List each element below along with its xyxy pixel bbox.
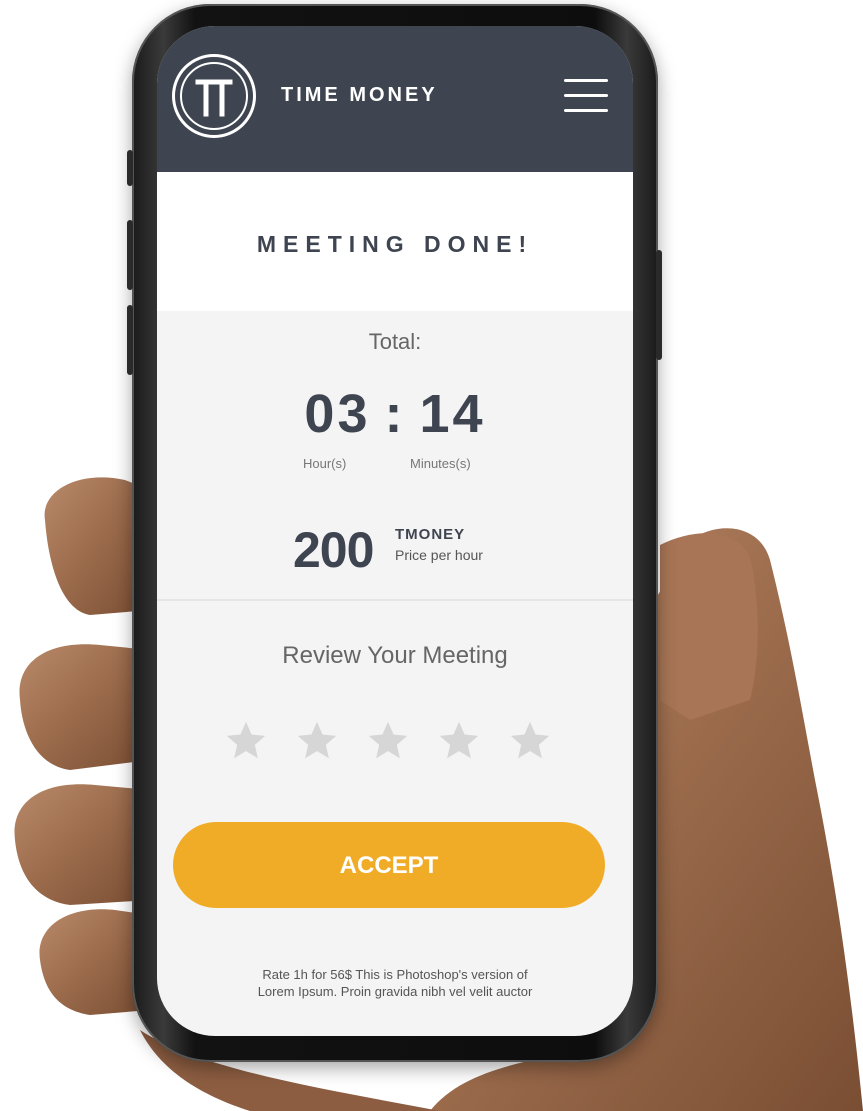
total-label: Total: <box>368 329 422 354</box>
time-separator: : <box>384 384 406 444</box>
meeting-duration: 03:14 <box>157 383 633 445</box>
hamburger-menu-icon[interactable] <box>564 79 608 113</box>
star-icon[interactable] <box>507 718 553 764</box>
review-label: Review Your Meeting <box>282 642 508 669</box>
price-currency: TMONEY <box>395 526 466 543</box>
brand-name: TIME MONEY <box>281 84 438 106</box>
star-icon[interactable] <box>365 718 411 764</box>
page-title: MEETING DONE! <box>256 231 534 257</box>
star-icon[interactable] <box>223 718 269 764</box>
menu-line-middle <box>564 94 608 97</box>
stage: TIME MONEY MEETING DONE! Total: 03:14 Ho… <box>0 0 863 1111</box>
app-header: TIME MONEY <box>157 26 633 172</box>
price-value: 200 <box>293 522 374 578</box>
hours-unit-label: Hour(s) <box>303 456 347 471</box>
star-icon[interactable] <box>436 718 482 764</box>
footer-note-line-1: Rate 1h for 56$ This is Photoshop's vers… <box>262 967 528 982</box>
footer-note: Rate 1h for 56$ This is Photoshop's vers… <box>197 966 593 1000</box>
menu-line-bottom <box>564 109 608 112</box>
app-screen: TIME MONEY MEETING DONE! Total: 03:14 Ho… <box>157 26 633 1036</box>
price-caption: Price per hour <box>395 547 483 563</box>
phone-volume-down-button <box>127 305 133 375</box>
star-rating <box>223 718 553 766</box>
title-section: MEETING DONE! <box>157 172 633 311</box>
phone-side-button <box>127 150 133 186</box>
minutes-unit-label: Minutes(s) <box>410 456 471 471</box>
hours-value: 03 <box>304 384 371 444</box>
accept-button[interactable]: ACCEPT <box>173 822 605 908</box>
footer-note-line-2: Lorem Ipsum. Proin gravida nibh vel veli… <box>257 984 533 999</box>
minutes-value: 14 <box>419 384 486 444</box>
phone-power-button <box>656 250 662 360</box>
t-logo-icon[interactable] <box>172 54 256 138</box>
star-icon[interactable] <box>294 718 340 764</box>
section-divider <box>157 599 633 601</box>
menu-line-top <box>564 79 608 82</box>
phone-volume-up-button <box>127 220 133 290</box>
logo-glyph <box>195 79 233 117</box>
